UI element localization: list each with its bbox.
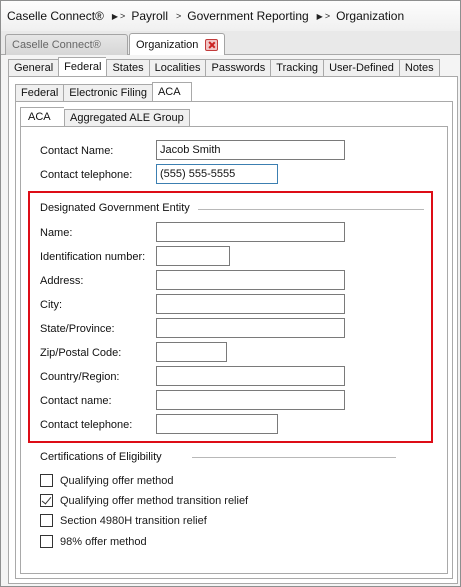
dge-contact-name-field[interactable] (156, 390, 345, 410)
dge-address-label: Address: (40, 275, 84, 287)
checkbox-box[interactable] (40, 474, 53, 487)
dge-divider (198, 209, 424, 210)
doc-tab-label: Caselle Connect® (12, 39, 101, 51)
breadcrumb: Caselle Connect® ▶ > Payroll > Government… (1, 1, 460, 31)
main-tab-strip: General Federal States Localities Passwo… (8, 57, 440, 77)
contact-name-label: Contact Name: (40, 145, 114, 157)
tab-passwords[interactable]: Passwords (205, 59, 271, 77)
dge-city-field[interactable] (156, 294, 345, 314)
dge-name-field[interactable] (156, 222, 345, 242)
tab-federal[interactable]: Federal (58, 57, 107, 77)
dge-contact-name-label: Contact name: (40, 395, 112, 407)
dge-state-label: State/Province: (40, 323, 115, 335)
contact-name-field[interactable]: Jacob Smith (156, 140, 345, 160)
checkbox-box[interactable] (40, 535, 53, 548)
breadcrumb-item-payroll[interactable]: Payroll (131, 9, 168, 23)
federal-tab-strip: Federal Electronic Filing ACA (15, 82, 192, 102)
doc-tab-label: Organization (136, 38, 199, 51)
tab-aca-sub[interactable]: ACA (20, 107, 64, 127)
checkbox-box[interactable] (40, 514, 53, 527)
doc-tab-organization[interactable]: Organization (129, 33, 225, 55)
tab-localities[interactable]: Localities (148, 59, 206, 77)
dge-zip-label: Zip/Postal Code: (40, 347, 122, 359)
doc-tab-caselle-connect[interactable]: Caselle Connect® (5, 34, 128, 55)
close-icon[interactable] (205, 38, 218, 51)
tab-states[interactable]: States (106, 59, 149, 77)
checkbox-qualifying-offer-method[interactable]: Qualifying offer method (40, 474, 174, 487)
tab-tracking[interactable]: Tracking (270, 59, 324, 77)
checkbox-section-4980h-transition-relief[interactable]: Section 4980H transition relief (40, 514, 207, 527)
checkbox-98-percent-offer-method[interactable]: 98% offer method (40, 535, 147, 548)
tab-aca[interactable]: ACA (151, 82, 192, 102)
contact-telephone-label: Contact telephone: (40, 169, 133, 181)
tab-general[interactable]: General (8, 59, 59, 77)
dge-country-field[interactable] (156, 366, 345, 386)
dge-group-title: Designated Government Entity (40, 202, 190, 214)
tab-electronic-filing[interactable]: Electronic Filing (63, 84, 152, 102)
checkbox-label: Qualifying offer method (60, 474, 174, 487)
dge-contact-telephone-label: Contact telephone: (40, 419, 133, 431)
dge-address-field[interactable] (156, 270, 345, 290)
dge-name-label: Name: (40, 227, 73, 239)
aca-tab-strip: ACA Aggregated ALE Group (20, 107, 190, 127)
tab-aggregated-ale-group[interactable]: Aggregated ALE Group (64, 109, 190, 127)
document-tab-bar: Caselle Connect® Organization (1, 31, 460, 55)
dge-id-number-label: Identification number: (40, 251, 146, 263)
tab-user-defined[interactable]: User-Defined (323, 59, 399, 77)
dge-zip-field[interactable] (156, 342, 227, 362)
breadcrumb-separator[interactable]: ▶ > (317, 11, 330, 21)
dropdown-arrow-icon: ▶ (316, 11, 323, 21)
breadcrumb-separator[interactable]: ▶ > (112, 11, 125, 21)
checkbox-label: 98% offer method (60, 535, 147, 548)
contact-telephone-field[interactable]: (555) 555-5555 (156, 164, 278, 184)
checkbox-label: Section 4980H transition relief (60, 514, 207, 527)
checkmark-icon[interactable] (40, 494, 53, 507)
certifications-group-title: Certifications of Eligibility (40, 451, 162, 463)
checkbox-qualifying-offer-transition-relief[interactable]: Qualifying offer method transition relie… (40, 494, 248, 507)
dge-state-field[interactable] (156, 318, 345, 338)
dge-id-number-field[interactable] (156, 246, 230, 266)
breadcrumb-item-caselle[interactable]: Caselle Connect® (7, 9, 104, 23)
breadcrumb-item-government-reporting[interactable]: Government Reporting (187, 9, 308, 23)
dge-city-label: City: (40, 299, 62, 311)
dge-contact-telephone-field[interactable] (156, 414, 278, 434)
breadcrumb-separator: > (176, 11, 182, 21)
certifications-divider (192, 457, 396, 458)
tab-federal-sub[interactable]: Federal (15, 84, 64, 102)
checkbox-label: Qualifying offer method transition relie… (60, 494, 249, 507)
breadcrumb-item-organization: Organization (336, 9, 405, 23)
dge-country-label: Country/Region: (40, 371, 120, 383)
dropdown-arrow-icon: ▶ (111, 11, 119, 21)
tab-notes[interactable]: Notes (398, 59, 440, 77)
